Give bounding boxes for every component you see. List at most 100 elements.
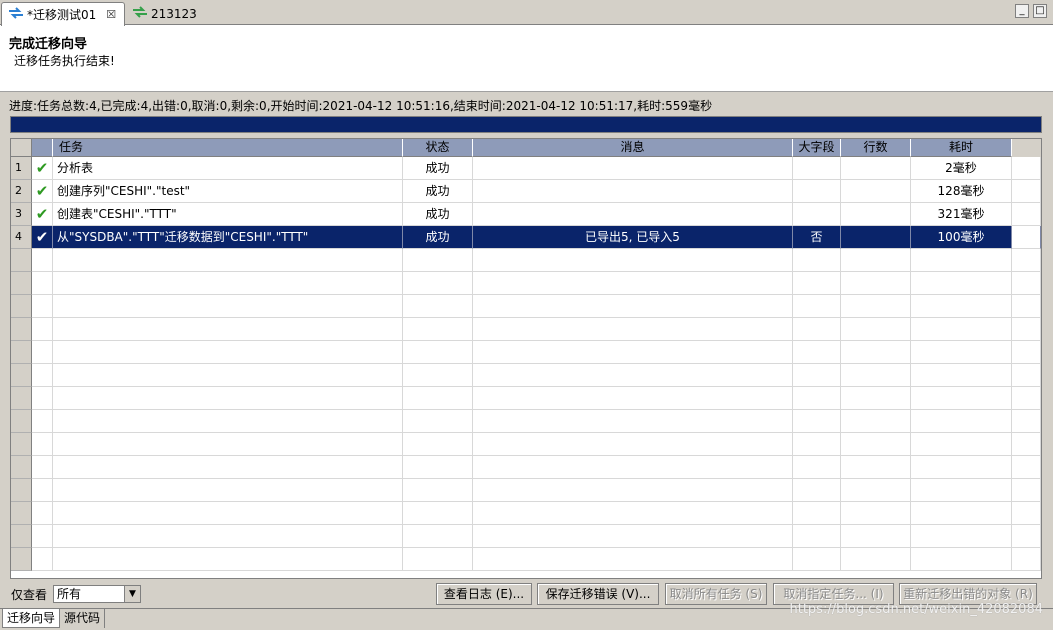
maximize-button[interactable]: □ <box>1033 4 1047 18</box>
cell-status <box>403 318 473 341</box>
column-header-message[interactable]: 消息 <box>473 139 793 157</box>
filler-cell <box>1012 548 1041 571</box>
cell-num <box>11 433 32 456</box>
table-row[interactable] <box>11 272 1041 295</box>
table-row[interactable]: 3 ✔ 创建表"CESHI"."TTT" 成功 321毫秒 <box>11 203 1041 226</box>
table-row[interactable] <box>11 433 1041 456</box>
cell-status <box>403 433 473 456</box>
cell-num <box>11 387 32 410</box>
cell-task <box>53 318 403 341</box>
cell-num: 3 <box>11 203 32 226</box>
cell-time <box>911 525 1012 548</box>
table-row[interactable]: 1 ✔ 分析表 成功 2毫秒 <box>11 157 1041 180</box>
migrate-arrows-icon <box>132 6 148 21</box>
table-row[interactable] <box>11 502 1041 525</box>
check-icon: ✔ <box>32 157 53 180</box>
cell-rows <box>841 433 911 456</box>
cell-task: 从"SYSDBA"."TTT"迁移数据到"CESHI"."TTT" <box>53 226 403 249</box>
cell-lob <box>793 548 841 571</box>
cell-message <box>473 548 793 571</box>
cancel-all-button[interactable]: 取消所有任务 (S) <box>665 583 767 605</box>
table-row[interactable] <box>11 525 1041 548</box>
table-row[interactable] <box>11 364 1041 387</box>
column-header-task[interactable]: 任务 <box>53 139 403 157</box>
column-header-rows[interactable]: 行数 <box>841 139 911 157</box>
tab-migration-test[interactable]: *迁移测试01 ☒ <box>1 2 125 26</box>
table-row[interactable]: 2 ✔ 创建序列"CESHI"."test" 成功 128毫秒 <box>11 180 1041 203</box>
cell-time: 321毫秒 <box>911 203 1012 226</box>
cell-task <box>53 341 403 364</box>
tab-213123[interactable]: 213123 <box>126 2 226 25</box>
table-row[interactable] <box>11 548 1041 571</box>
column-header-time[interactable]: 耗时 <box>911 139 1012 157</box>
minimize-button[interactable]: _ <box>1015 4 1029 18</box>
cell-task <box>53 295 403 318</box>
cell-lob <box>793 157 841 180</box>
empty-cell <box>32 502 53 525</box>
cell-status <box>403 295 473 318</box>
cell-lob <box>793 456 841 479</box>
cell-lob <box>793 433 841 456</box>
cell-task <box>53 387 403 410</box>
cell-task <box>53 410 403 433</box>
cell-task <box>53 502 403 525</box>
cell-message <box>473 364 793 387</box>
cell-rows <box>841 548 911 571</box>
table-row[interactable] <box>11 410 1041 433</box>
chevron-down-icon[interactable]: ▼ <box>124 586 140 602</box>
table-header: 任务 状态 消息 大字段 行数 耗时 <box>11 139 1041 157</box>
cell-message <box>473 525 793 548</box>
table-row[interactable] <box>11 295 1041 318</box>
cell-time <box>911 249 1012 272</box>
table-row[interactable] <box>11 387 1041 410</box>
column-header-lob[interactable]: 大字段 <box>793 139 841 157</box>
migrate-arrows-icon <box>8 7 24 22</box>
cell-task <box>53 525 403 548</box>
cell-message <box>473 249 793 272</box>
empty-cell <box>32 410 53 433</box>
tab-migration-wizard[interactable]: 迁移向导 <box>2 609 61 628</box>
cell-time <box>911 433 1012 456</box>
cell-rows <box>841 502 911 525</box>
table-row[interactable] <box>11 249 1041 272</box>
filler-cell <box>1012 433 1041 456</box>
cell-message <box>473 318 793 341</box>
task-table[interactable]: 任务 状态 消息 大字段 行数 耗时 1 ✔ 分析表 成功 2毫秒 2 ✔ 创建序列"CESH… <box>10 138 1042 579</box>
cell-rows <box>841 226 911 249</box>
window-controls: _ □ <box>1015 4 1047 18</box>
cell-num <box>11 456 32 479</box>
cell-status <box>403 387 473 410</box>
cell-rows <box>841 318 911 341</box>
cell-time <box>911 272 1012 295</box>
cell-time <box>911 295 1012 318</box>
cell-lob <box>793 272 841 295</box>
view-log-button[interactable]: 查看日志 (E)... <box>436 583 532 605</box>
table-row[interactable]: 4 ✔ 从"SYSDBA"."TTT"迁移数据到"CESHI"."TTT" 成功 已导出… <box>11 226 1041 249</box>
cell-num <box>11 249 32 272</box>
column-header-status[interactable]: 状态 <box>403 139 473 157</box>
table-row[interactable] <box>11 456 1041 479</box>
check-icon: ✔ <box>32 180 53 203</box>
cell-lob <box>793 479 841 502</box>
cell-status: 成功 <box>403 180 473 203</box>
filter-select[interactable]: 所有 ▼ <box>53 585 141 603</box>
cell-rows <box>841 249 911 272</box>
filler-cell <box>1012 525 1041 548</box>
close-tab-icon[interactable]: ☒ <box>106 8 116 21</box>
empty-cell <box>32 456 53 479</box>
filler-cell <box>1012 249 1041 272</box>
cell-lob <box>793 410 841 433</box>
save-errors-button[interactable]: 保存迁移错误 (V)... <box>537 583 659 605</box>
table-row[interactable] <box>11 318 1041 341</box>
empty-cell <box>32 525 53 548</box>
cell-time <box>911 456 1012 479</box>
cell-lob <box>793 341 841 364</box>
filler-cell <box>1012 203 1041 226</box>
table-row[interactable] <box>11 341 1041 364</box>
table-row[interactable] <box>11 479 1041 502</box>
tab-source-code[interactable]: 源代码 <box>60 609 106 628</box>
cell-status <box>403 548 473 571</box>
page-description: 迁移任务执行结束! <box>14 54 115 68</box>
filler-cell <box>1012 318 1041 341</box>
filler-cell <box>1012 456 1041 479</box>
